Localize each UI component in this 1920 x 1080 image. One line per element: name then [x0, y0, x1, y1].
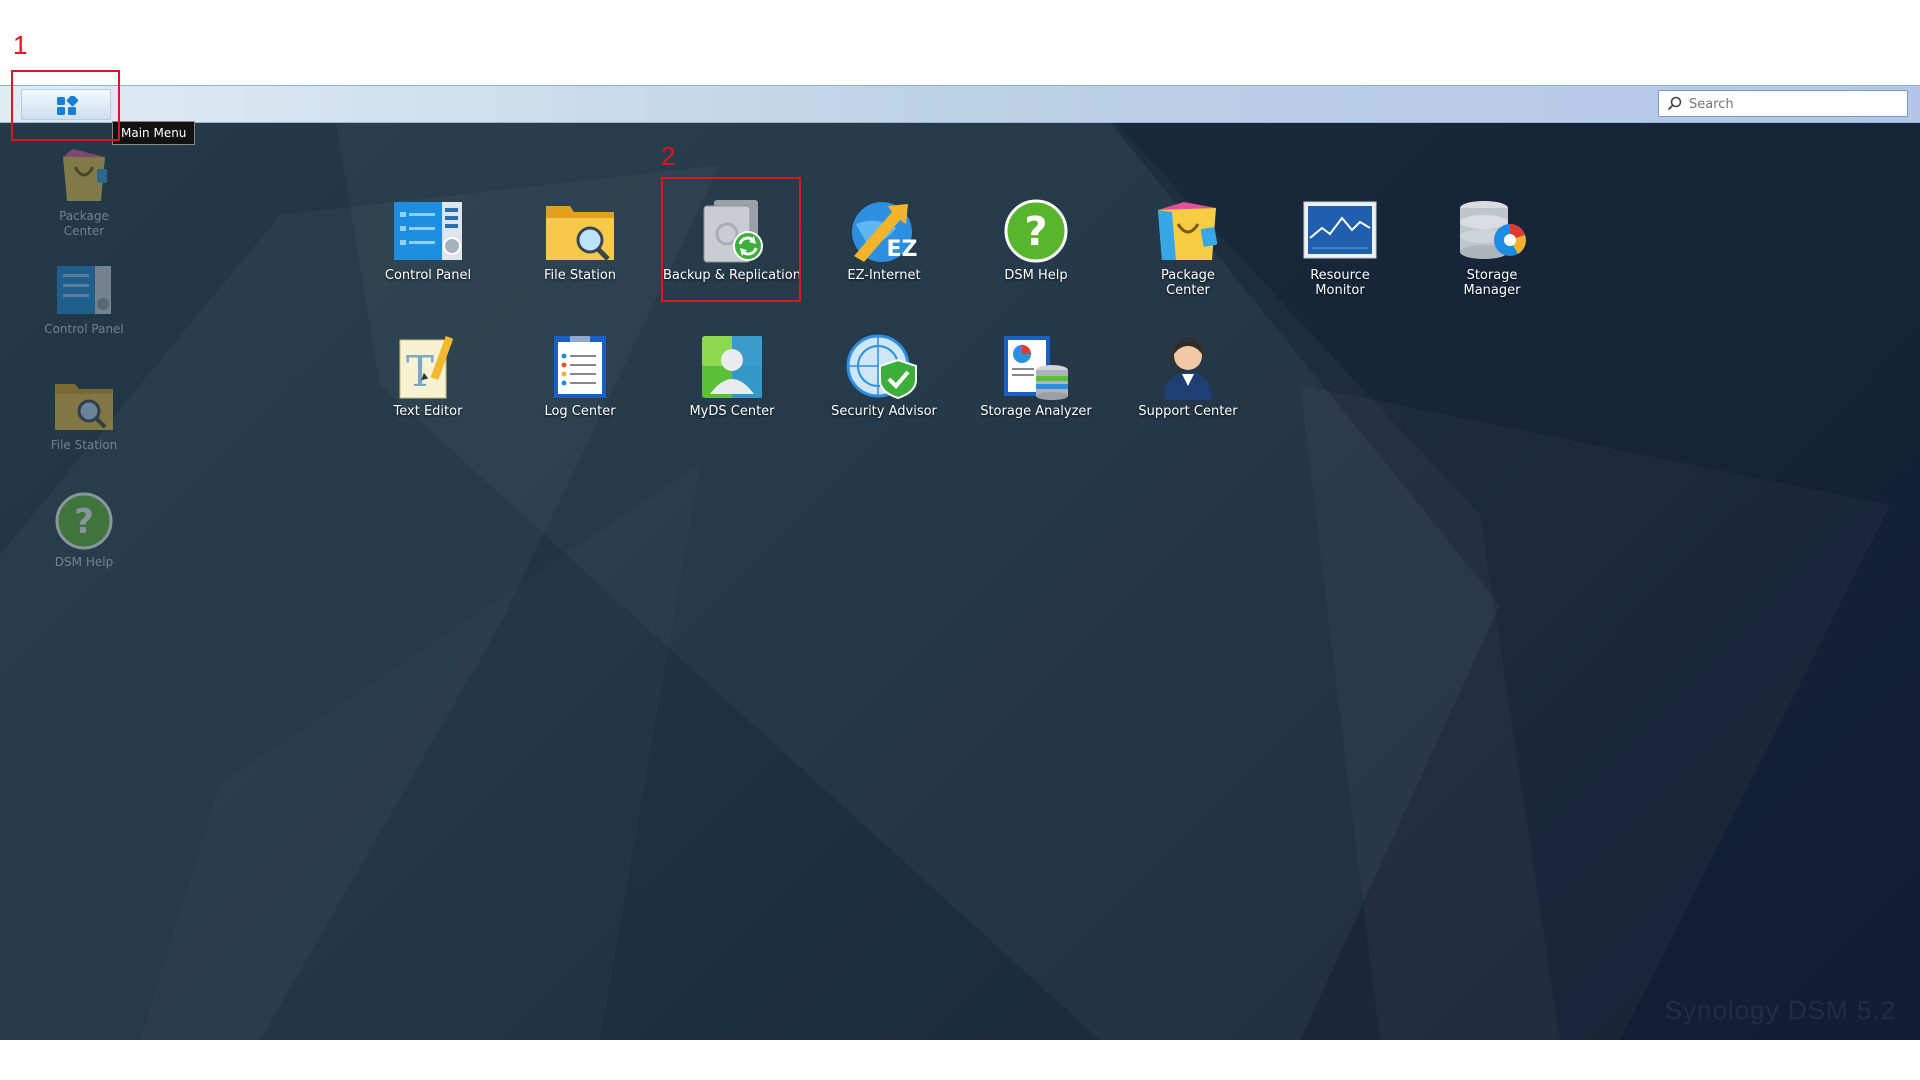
file-station-icon [546, 206, 614, 261]
app-label: MyDS Center [689, 404, 775, 419]
main-menu-grid-icon [57, 96, 78, 115]
app-label: Text Editor [393, 404, 463, 419]
desktop-shortcut-control-panel[interactable]: Control Panel [29, 262, 139, 337]
support-center-icon [1164, 338, 1212, 400]
app-support-center[interactable]: Support Center [1113, 334, 1263, 419]
security-advisor-icon [846, 334, 917, 400]
taskbar [0, 85, 1920, 123]
app-label: DSM Help [1004, 268, 1068, 283]
shortcut-label: DSM Help [54, 555, 114, 569]
app-security-advisor[interactable]: Security Advisor [809, 334, 959, 419]
log-center-icon [554, 336, 606, 398]
dsm-help-icon: ? [55, 492, 113, 550]
desktop-shortcut-file-station[interactable]: File Station [29, 376, 139, 453]
app-control-panel[interactable]: Control Panel [353, 198, 503, 283]
app-ez-internet[interactable]: EZ EZ-Internet [809, 198, 959, 283]
annotation-label-2: 2 [661, 141, 676, 171]
search-icon [1667, 96, 1682, 111]
app-label: Control Panel [384, 268, 472, 283]
app-label: Security Advisor [831, 404, 937, 419]
app-myds-center[interactable]: MyDS Center [657, 334, 807, 419]
app-label: Storage Analyzer [980, 404, 1092, 419]
search-input[interactable] [1687, 93, 1906, 116]
desktop-shortcut-package-center[interactable]: Package Center [29, 143, 139, 239]
main-menu-tooltip: Main Menu [112, 121, 196, 145]
shortcut-label: Control Panel [44, 322, 124, 336]
svg-text:?: ? [74, 502, 94, 542]
app-storage-analyzer[interactable]: Storage Analyzer [961, 334, 1111, 419]
app-package-center[interactable]: Package Center [1113, 198, 1263, 298]
app-dsm-help[interactable]: ? DSM Help [961, 198, 1111, 283]
background-facets [1080, 85, 1920, 1040]
app-label: Package Center [1161, 268, 1215, 298]
desktop: Synology DSM 5.2 [0, 85, 1920, 1040]
file-station-icon [55, 384, 113, 430]
svg-text:?: ? [1024, 209, 1047, 255]
shortcut-label: Package Center [59, 209, 109, 238]
desktop-shortcut-dsm-help[interactable]: ? DSM Help [29, 491, 139, 570]
svg-text:T: T [406, 347, 434, 396]
text-editor-icon: T [399, 335, 454, 399]
app-label: File Station [543, 268, 617, 283]
resource-monitor-icon [1303, 201, 1377, 259]
app-resource-monitor[interactable]: Resource Monitor [1265, 198, 1415, 298]
app-label: Resource Monitor [1310, 268, 1370, 298]
app-file-station[interactable]: File Station [505, 198, 655, 283]
app-backup-replication[interactable]: Backup & Replication [657, 198, 807, 283]
annotation-label-1: 1 [13, 30, 28, 60]
app-label: Support Center [1138, 404, 1238, 419]
control-panel-icon [394, 202, 462, 260]
package-center-icon [1158, 202, 1218, 260]
app-log-center[interactable]: Log Center [505, 334, 655, 419]
package-center-icon [63, 149, 107, 201]
synology-watermark: Synology DSM 5.2 [1664, 995, 1896, 1025]
storage-manager-icon [1460, 201, 1526, 259]
myds-center-icon [702, 336, 762, 398]
app-label: Backup & Replication [663, 268, 801, 283]
shortcut-label: File Station [50, 438, 118, 452]
dsm-help-icon: ? [1004, 199, 1068, 263]
ez-internet-icon: EZ [852, 202, 918, 262]
app-label: Log Center [544, 404, 616, 419]
main-menu-button[interactable] [21, 89, 111, 120]
app-text-editor[interactable]: T Text Editor [353, 334, 503, 419]
app-storage-manager[interactable]: Storage Manager [1417, 198, 1567, 298]
svg-text:EZ: EZ [887, 237, 918, 262]
storage-analyzer-icon [1004, 336, 1068, 400]
app-label: EZ-Internet [847, 268, 921, 283]
control-panel-icon [57, 266, 111, 314]
backup-replication-icon [703, 200, 763, 263]
app-label: Storage Manager [1463, 268, 1521, 298]
search-box[interactable] [1658, 90, 1908, 117]
